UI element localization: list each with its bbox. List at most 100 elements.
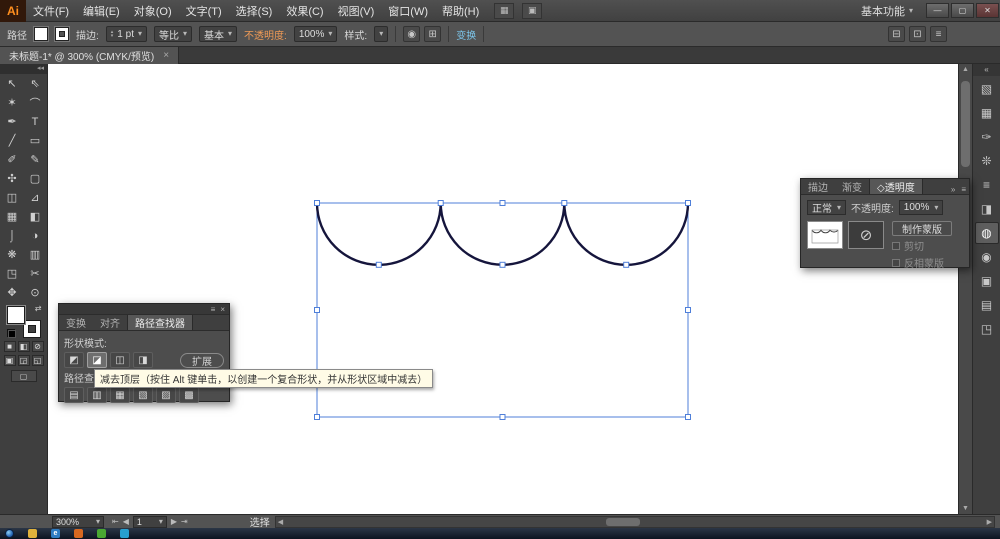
stroke-weight-field[interactable]: ▴▾ 1 pt [106,26,147,42]
draw-normal-button[interactable]: ▣ [4,355,16,366]
draw-inside-button[interactable]: ◱ [32,355,44,366]
width-profile-dropdown[interactable]: 等比 [154,26,192,42]
draw-behind-button[interactable]: ◲ [18,355,30,366]
column-graph-tool[interactable]: ▥ [24,245,47,264]
isolate-mode-icon[interactable]: ⊡ [909,26,926,42]
intersect-button[interactable]: ◫ [110,352,130,368]
checkbox-icon[interactable] [892,242,900,250]
horizontal-scrollbar[interactable]: ◀ ▶ [275,516,995,528]
fill-color-swatch[interactable] [34,27,48,41]
stroke-color-indicator[interactable] [23,320,41,338]
blend-mode-dropdown[interactable]: 正常 [807,200,846,215]
tab-变换[interactable]: 变换 [59,315,93,330]
browser-icon[interactable] [97,529,106,538]
tab-透明度[interactable]: ◇透明度 [869,179,923,194]
selection-tool[interactable]: ↖ [1,74,24,93]
last-artboard-icon[interactable]: ⇥ [181,517,188,526]
merge-button[interactable]: ▦ [110,387,130,403]
swatches-panel-icon[interactable]: ▦ [975,102,999,124]
stroke-panel-icon[interactable]: ≡ [975,174,999,196]
stepper-icon[interactable]: ▴▾ [111,30,114,38]
eyedropper-tool[interactable]: ⌡ [1,226,24,245]
stroke-color-swatch[interactable] [55,27,69,41]
scroll-left-icon[interactable]: ◀ [276,518,285,526]
object-thumbnail[interactable] [807,221,843,249]
folder-icon[interactable] [28,529,37,538]
menu-item[interactable]: 对象(O) [127,3,179,19]
layers-panel-icon[interactable]: ▤ [975,294,999,316]
unite-button[interactable]: ◩ [64,352,84,368]
transform-link[interactable]: 变换 [456,27,476,42]
horizontal-scroll-thumb[interactable] [606,518,640,526]
artwork-canvas[interactable] [48,64,958,514]
tools-collapse-icon[interactable]: ◂◂ [0,64,47,74]
clip-checkbox-row[interactable]: 剪切 [892,238,952,253]
artboard-number-field[interactable]: 1 [133,516,167,528]
exclude-button[interactable]: ◨ [133,352,153,368]
tab-描边[interactable]: 描边 [801,179,835,194]
bridge-icon[interactable]: ▦ [494,3,514,19]
screen-mode-button[interactable]: ▢ [11,370,37,382]
arrange-documents-icon[interactable]: ▣ [522,3,542,19]
first-artboard-icon[interactable]: ⇤ [112,517,119,526]
graphic-styles-panel-icon[interactable]: ▣ [975,270,999,292]
scroll-up-icon[interactable]: ▲ [962,64,969,75]
scallop-path[interactable] [317,203,688,265]
minus-front-button[interactable]: ◪ [87,352,107,368]
magic-wand-tool[interactable]: ✶ [1,93,24,112]
vertical-scroll-track[interactable] [959,75,972,503]
menu-item[interactable]: 文字(T) [179,3,229,19]
scroll-down-icon[interactable]: ▼ [962,503,969,514]
artboard-tool[interactable]: ◳ [1,264,24,283]
expand-button[interactable]: 扩展 [180,353,224,368]
panel-menu-icon[interactable]: ≡ [958,185,969,194]
appearance-panel-icon[interactable]: ◉ [975,246,999,268]
fill-color-indicator[interactable] [7,306,25,324]
line-segment-tool[interactable]: ╱ [1,131,24,150]
minimize-button[interactable]: — [926,3,949,18]
tab-对齐[interactable]: 对齐 [93,315,127,330]
menu-item[interactable]: 选择(S) [229,3,280,19]
blend-tool[interactable]: ◑ [24,226,47,245]
style-dropdown[interactable] [374,26,388,42]
panel-close-icon[interactable]: × [220,305,225,314]
brushes-panel-icon[interactable]: ✑ [975,126,999,148]
menu-item[interactable]: 效果(C) [279,3,330,19]
width-tool[interactable]: ✣ [1,169,24,188]
type-tool[interactable]: T [24,112,47,131]
opacity-dropdown[interactable]: 100% [899,200,944,215]
none-button[interactable]: ⊘ [32,341,44,352]
zoom-tool[interactable]: ⊙ [24,283,47,302]
gradient-tool[interactable]: ◧ [24,207,47,226]
artboards-panel-icon[interactable]: ◳ [975,318,999,340]
mesh-tool[interactable]: ▦ [1,207,24,226]
gradient-button[interactable]: ◧ [18,341,30,352]
menu-item[interactable]: 视图(V) [331,3,382,19]
media-player-icon[interactable] [74,529,83,538]
tab-渐变[interactable]: 渐变 [835,179,869,194]
prev-artboard-icon[interactable]: ◀ [123,517,129,526]
mask-thumbnail[interactable]: ⊘ [848,221,884,249]
default-colors-icon[interactable] [7,329,16,338]
chat-icon[interactable] [120,529,129,538]
panel-menu-icon[interactable]: ≡ [930,26,947,42]
canvas[interactable] [48,64,958,514]
gradient-panel-icon[interactable]: ◨ [975,198,999,220]
dock-collapse-icon[interactable]: « [973,64,1000,76]
menu-item[interactable]: 窗口(W) [381,3,435,19]
tab-close-icon[interactable]: × [163,50,169,61]
lasso-tool[interactable]: ⌒ [24,93,47,112]
align-panel-icon[interactable]: ⊞ [424,26,441,42]
panel-overflow-icon[interactable]: » [948,185,958,194]
minus-back-button[interactable]: ▩ [179,387,199,403]
shape-builder-tool[interactable]: ◫ [1,188,24,207]
vertical-scroll-thumb[interactable] [961,81,970,167]
direct-selection-tool[interactable]: ⇖ [24,74,47,93]
menu-item[interactable]: 文件(F) [26,3,76,19]
symbols-panel-icon[interactable]: ❊ [975,150,999,172]
menu-item[interactable]: 编辑(E) [76,3,127,19]
zoom-dropdown[interactable]: 300% [52,516,104,528]
tab-路径查找器[interactable]: 路径查找器 [127,315,193,330]
perspective-grid-tool[interactable]: ⊿ [24,188,47,207]
paintbrush-tool[interactable]: ✐ [1,150,24,169]
